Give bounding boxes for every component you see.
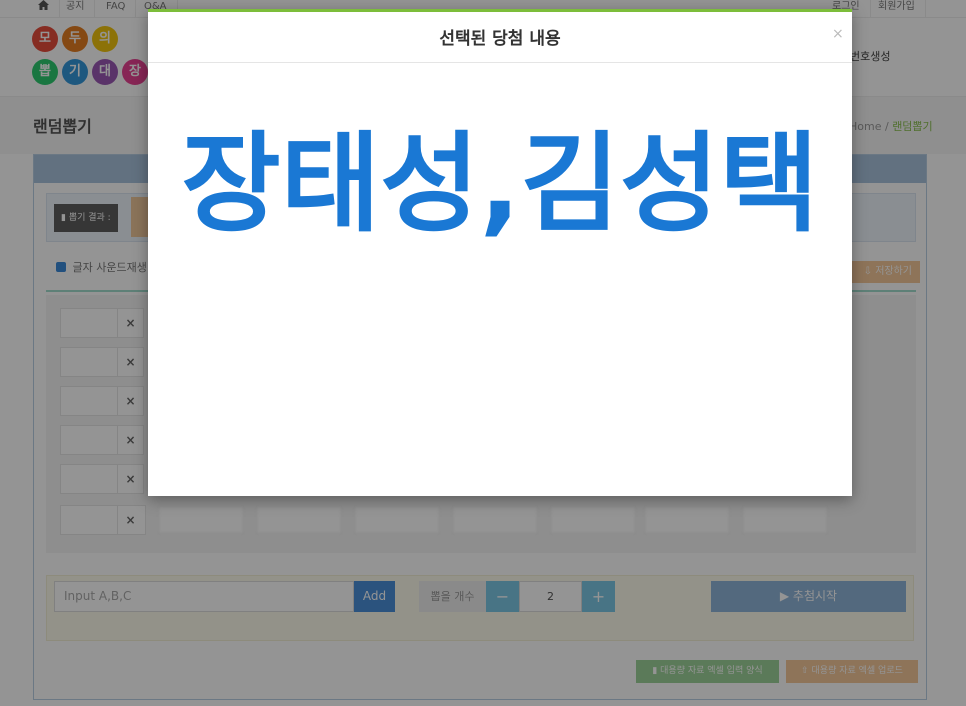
modal-title: 선택된 당첨 내용 — [439, 29, 561, 49]
winner-text: 장태성,김성택 — [181, 122, 819, 247]
result-modal: 선택된 당첨 내용 × 장태성,김성택 — [148, 9, 852, 496]
modal-header: 선택된 당첨 내용 × — [148, 12, 852, 63]
close-icon[interactable]: × — [832, 26, 844, 42]
